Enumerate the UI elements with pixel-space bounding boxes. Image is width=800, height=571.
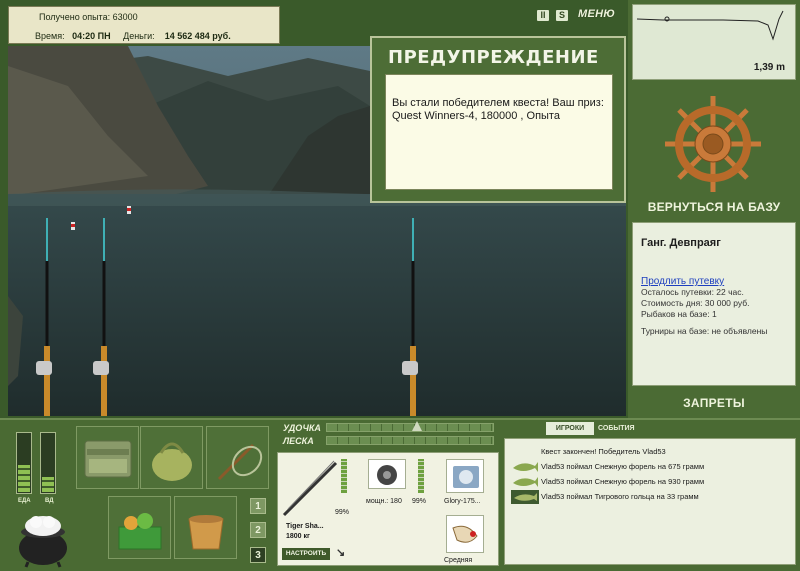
food-meter-fill — [18, 465, 30, 492]
warning-dialog: ПРЕДУПРЕЖДЕНИЕ Вы стали победителем квес… — [370, 36, 626, 203]
depth-value: 1,39 m — [753, 62, 785, 73]
vodka-label: ВД — [45, 498, 54, 504]
event-row: Vlad53 поймал Тигрового гольца на 33 гра… — [505, 490, 795, 505]
time-value: 04:20 ПН — [72, 31, 111, 41]
trout-icon — [513, 477, 538, 487]
warning-message-box: Вы стали победителем квеста! Ваш приз: Q… — [385, 74, 613, 190]
permit-remaining: Осталось путевки: 22 час. — [641, 287, 744, 297]
time-label: Время: — [35, 31, 65, 41]
experience-row: Получено опыта: 63000 — [39, 12, 138, 22]
event-text: Vlad53 поймал Снежную форель на 675 грам… — [541, 462, 705, 471]
landing-net-icon — [217, 443, 263, 481]
experience-label: Получено опыта: — [39, 12, 111, 22]
bag-slot[interactable] — [140, 426, 203, 489]
tune-button[interactable]: НАСТРОИТЬ — [282, 548, 330, 560]
event-text: Квест закончен! Победитель Vlad53 — [541, 447, 666, 456]
depth-profile: 1,39 m — [632, 4, 796, 80]
rod-tension-bar — [326, 423, 494, 432]
bans-button[interactable]: ЗАПРЕТЫ — [628, 396, 800, 410]
expand-arrow-icon[interactable]: ↘ — [336, 546, 345, 559]
reel-power: мощн.: 180 — [366, 498, 402, 505]
cauldron-icon[interactable] — [12, 510, 74, 568]
line-tension-bar — [326, 436, 494, 445]
tournaments-info: Турниры на базе: не объявлены — [641, 326, 768, 336]
inventory-page-3[interactable]: 3 — [250, 547, 266, 563]
experience-value: 63000 — [112, 12, 138, 22]
warning-message: Вы стали победителем квеста! Ваш приз: Q… — [392, 97, 604, 122]
bag-icon — [152, 442, 192, 481]
warning-title: ПРЕДУПРЕЖДЕНИЕ — [388, 47, 599, 68]
fishers-count: Рыбаков на базе: 1 — [641, 309, 717, 319]
line-spool-icon — [453, 466, 479, 488]
rod-condition: 99% — [335, 509, 350, 516]
food-basket-slot[interactable] — [108, 496, 171, 559]
reel-condition-bar — [418, 459, 424, 493]
food-basket-icon — [118, 513, 162, 550]
line-slot[interactable] — [446, 459, 484, 493]
bait-bucket-icon — [188, 515, 224, 550]
location-name: Ганг. Девпраяг — [641, 237, 721, 249]
food-label: ЕДА — [18, 498, 31, 504]
event-row: Квест закончен! Победитель Vlad53 — [505, 445, 795, 460]
line-label: ЛЕСКА — [283, 436, 314, 446]
menu-button[interactable]: МЕНЮ — [578, 8, 615, 20]
bait-bucket-slot[interactable] — [174, 496, 237, 559]
reel-icon — [377, 465, 397, 485]
extend-permit-link[interactable]: Продлить путевку — [641, 276, 789, 287]
sound-button[interactable]: S — [556, 10, 568, 21]
lure-name: Средняя — [444, 557, 473, 564]
tackle-box-icon — [84, 440, 132, 478]
line-name: Glory-175... — [444, 498, 481, 505]
sound-icon: S — [558, 10, 565, 20]
pause-icon: II — [540, 10, 546, 20]
return-to-base-button[interactable]: ВЕРНУТЬСЯ НА БАЗУ — [628, 200, 800, 214]
event-text: Vlad53 поймал Тигрового гольца на 33 гра… — [541, 492, 699, 501]
reel-slot[interactable] — [368, 459, 406, 489]
vodka-meter — [40, 432, 56, 494]
trout-icon — [513, 462, 538, 472]
lure-slot[interactable] — [446, 515, 484, 553]
status-panel: Получено опыта: 63000 Время: 04:20 ПН Де… — [8, 6, 280, 44]
rod-label: УДОЧКА — [283, 423, 321, 433]
food-meter — [16, 432, 32, 494]
lure-icon — [452, 525, 478, 543]
rod-name: Tiger Sha... — [286, 523, 324, 530]
landing-net-slot[interactable] — [206, 426, 269, 489]
event-row: Vlad53 поймал Снежную форель на 930 грам… — [505, 475, 795, 490]
inventory-page-2[interactable]: 2 — [250, 522, 266, 538]
money-label: Деньги: — [123, 31, 155, 41]
events-list: Квест закончен! Победитель Vlad53 Vlad53… — [504, 438, 796, 565]
location-info: Ганг. Девпраяг Продлить путевку Осталось… — [632, 222, 796, 386]
event-text: Vlad53 поймал Снежную форель на 930 грам… — [541, 477, 705, 486]
day-cost: Стоимость дня: 30 000 руб. — [641, 298, 750, 308]
tackle-panel: 99% Tiger Sha... 1800 кг НАСТРОИТЬ ↘ мощ… — [277, 452, 499, 566]
rod-condition-bar — [341, 459, 347, 493]
reel-condition: 99% — [412, 498, 427, 505]
event-row: Vlad53 поймал Снежную форель на 675 грам… — [505, 460, 795, 475]
time-money-row: Время: 04:20 ПН Деньги: 14 562 484 руб. — [35, 31, 231, 41]
money-value: 14 562 484 руб. — [164, 31, 231, 41]
ship-wheel-icon[interactable] — [654, 94, 772, 194]
char-icon — [511, 490, 539, 504]
tackle-box-slot[interactable] — [76, 426, 139, 489]
rod-weight: 1800 кг — [286, 533, 310, 540]
rod-tension-marker — [412, 421, 422, 431]
vodka-meter-fill — [42, 477, 54, 492]
tab-events[interactable]: СОБЫТИЯ — [598, 422, 635, 435]
right-panel: 1,39 m ВЕРНУТЬСЯ НА БАЗУ Ганг. Девпраяг … — [628, 0, 800, 420]
inventory-page-1[interactable]: 1 — [250, 498, 266, 514]
pause-button[interactable]: II — [537, 10, 549, 21]
events-panel: ИГРОКИ СОБЫТИЯ Квест закончен! Победител… — [502, 418, 798, 569]
rod-icon[interactable] — [280, 459, 340, 519]
tab-players[interactable]: ИГРОКИ — [546, 422, 594, 435]
